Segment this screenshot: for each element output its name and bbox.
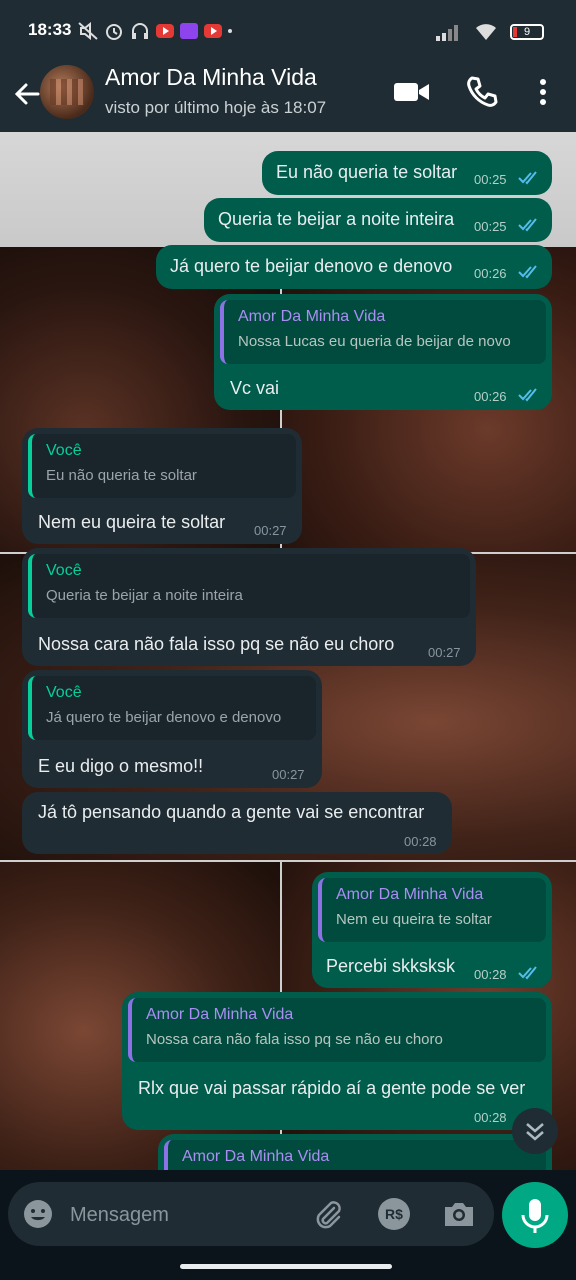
- quoted-message[interactable]: Você Já quero te beijar denovo e denovo: [28, 676, 316, 740]
- mute-icon: [78, 22, 98, 40]
- quoted-message[interactable]: Você Queria te beijar a noite inteira: [28, 554, 470, 618]
- chat-header: Amor Da Minha Vida visto por último hoje…: [0, 60, 576, 132]
- more-notifications-dot: [228, 29, 232, 33]
- incoming-reply-message[interactable]: Você Queria te beijar a noite inteira No…: [22, 548, 476, 666]
- read-ticks-icon: [518, 388, 537, 402]
- emoji-icon[interactable]: [22, 1198, 54, 1230]
- contact-avatar[interactable]: [40, 65, 94, 119]
- youtube-icon: [204, 24, 222, 38]
- incoming-reply-message[interactable]: Você Eu não queria te soltar Nem eu quei…: [22, 428, 302, 544]
- read-ticks-icon: [518, 171, 537, 185]
- headphones-icon: [132, 23, 148, 39]
- video-call-icon[interactable]: [392, 76, 432, 108]
- outgoing-message[interactable]: Já quero te beijar denovo e denovo 00:26: [156, 245, 552, 289]
- read-ticks-icon: [518, 265, 537, 279]
- system-nav-bar: [0, 1256, 576, 1280]
- status-time: 18:33: [28, 20, 72, 39]
- outgoing-message[interactable]: Eu não queria te soltar 00:25: [262, 151, 552, 195]
- more-options-icon[interactable]: [528, 74, 558, 110]
- last-seen-status: visto por último hoje às 18:07: [105, 98, 327, 117]
- outgoing-reply-message[interactable]: Amor Da Minha Vida: [158, 1134, 552, 1170]
- voice-message-button[interactable]: [502, 1182, 568, 1248]
- outgoing-reply-message[interactable]: Amor Da Minha Vida Nem eu queira te solt…: [312, 872, 552, 988]
- quoted-message[interactable]: Amor Da Minha Vida Nem eu queira te solt…: [318, 878, 546, 942]
- message-input-container[interactable]: Mensagem R$: [8, 1182, 494, 1246]
- message-list[interactable]: Eu não queria te soltar 00:25 Queria te …: [0, 132, 576, 1170]
- double-chevron-down-icon: [526, 1123, 544, 1141]
- read-ticks-icon: [518, 966, 537, 980]
- alarm-icon: [106, 24, 122, 40]
- payment-button[interactable]: R$: [378, 1198, 410, 1230]
- outgoing-reply-message[interactable]: Amor Da Minha Vida Nossa Lucas eu queria…: [214, 294, 552, 410]
- twitch-icon: [180, 23, 198, 39]
- quoted-message[interactable]: Você Eu não queria te soltar: [28, 434, 296, 498]
- incoming-message[interactable]: Já tô pensando quando a gente vai se enc…: [22, 792, 452, 854]
- outgoing-message[interactable]: Queria te beijar a noite inteira 00:25: [204, 198, 552, 242]
- youtube-icon: [156, 24, 174, 38]
- battery-icon: 9: [510, 24, 544, 40]
- outgoing-reply-message[interactable]: Amor Da Minha Vida Nossa cara não fala i…: [122, 992, 552, 1130]
- paperclip-icon[interactable]: [312, 1198, 344, 1230]
- quoted-message[interactable]: Amor Da Minha Vida Nossa cara não fala i…: [128, 998, 546, 1062]
- wifi-icon: [476, 24, 496, 40]
- message-input[interactable]: Mensagem: [70, 1204, 169, 1227]
- home-indicator[interactable]: [180, 1264, 392, 1269]
- read-ticks-icon: [518, 218, 537, 232]
- contact-name[interactable]: Amor Da Minha Vida: [105, 64, 317, 91]
- compose-bar: Mensagem R$: [0, 1170, 576, 1256]
- camera-icon[interactable]: [442, 1198, 476, 1230]
- incoming-reply-message[interactable]: Você Já quero te beijar denovo e denovo …: [22, 670, 322, 788]
- quoted-message[interactable]: Amor Da Minha Vida: [164, 1140, 546, 1170]
- signal-icon: [436, 25, 458, 41]
- quoted-message[interactable]: Amor Da Minha Vida Nossa Lucas eu queria…: [220, 300, 546, 364]
- microphone-icon: [521, 1199, 549, 1233]
- status-bar: 18:33 9: [0, 0, 576, 60]
- scroll-to-bottom-button[interactable]: [512, 1108, 558, 1154]
- voice-call-icon[interactable]: [464, 74, 500, 110]
